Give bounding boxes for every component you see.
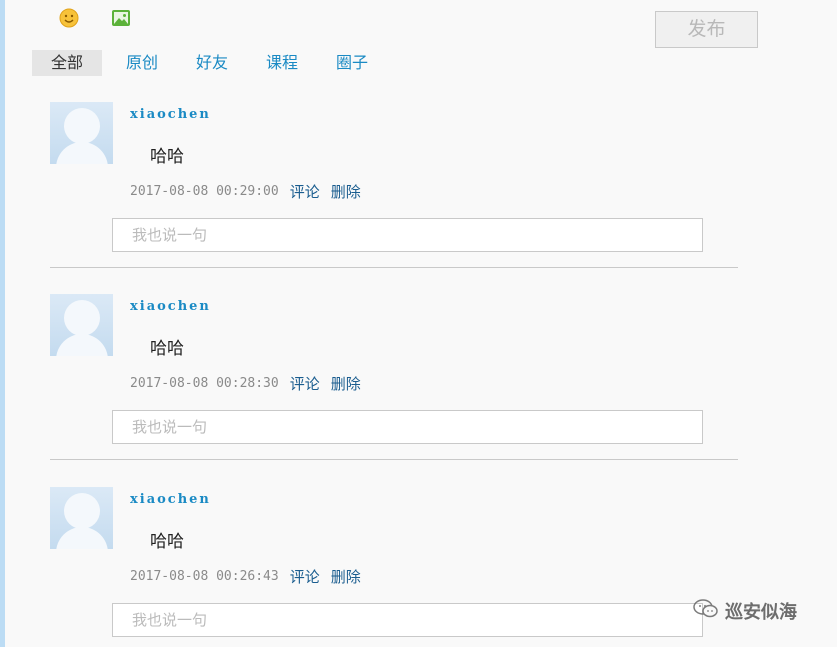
- post-timestamp: 2017-08-08 00:28:30: [130, 376, 279, 391]
- tab-friends[interactable]: 好友: [188, 50, 236, 76]
- watermark: 巡安似海: [693, 598, 797, 624]
- tab-all[interactable]: 全部: [32, 50, 102, 76]
- comment-link[interactable]: 评论: [290, 566, 320, 587]
- post-divider: [50, 267, 738, 268]
- post-meta: 2017-08-08 00:29:00 评论 删除: [130, 181, 361, 202]
- post-content: 哈哈: [150, 339, 184, 359]
- publish-button[interactable]: 发布: [655, 11, 758, 48]
- post-item: xiaochen 哈哈 2017-08-08 00:29:00 评论 删除: [0, 102, 837, 294]
- smiley-face-icon[interactable]: [59, 8, 79, 28]
- post-username[interactable]: xiaochen: [130, 107, 211, 122]
- reply-input[interactable]: [112, 603, 703, 637]
- avatar[interactable]: [50, 487, 113, 549]
- post-content: 哈哈: [150, 532, 184, 552]
- reply-input[interactable]: [112, 410, 703, 444]
- avatar[interactable]: [50, 102, 113, 164]
- post-timestamp: 2017-08-08 00:26:43: [130, 569, 279, 584]
- delete-link[interactable]: 删除: [331, 181, 361, 202]
- delete-link[interactable]: 删除: [331, 373, 361, 394]
- post-username[interactable]: xiaochen: [130, 492, 211, 507]
- post-item: xiaochen 哈哈 2017-08-08 00:28:30 评论 删除: [0, 294, 837, 486]
- post-content: 哈哈: [150, 147, 184, 167]
- comment-link[interactable]: 评论: [290, 373, 320, 394]
- tab-courses[interactable]: 课程: [258, 50, 306, 76]
- post-divider: [50, 459, 738, 460]
- avatar[interactable]: [50, 294, 113, 356]
- picture-icon[interactable]: [111, 8, 131, 28]
- filter-tabs: 全部 原创 好友 课程 圈子: [32, 50, 376, 76]
- comment-link[interactable]: 评论: [290, 181, 320, 202]
- post-username[interactable]: xiaochen: [130, 299, 211, 314]
- reply-input[interactable]: [112, 218, 703, 252]
- post-meta: 2017-08-08 00:26:43 评论 删除: [130, 566, 361, 587]
- post-timestamp: 2017-08-08 00:29:00: [130, 184, 279, 199]
- post-meta: 2017-08-08 00:28:30 评论 删除: [130, 373, 361, 394]
- tab-original[interactable]: 原创: [118, 50, 166, 76]
- tab-circles[interactable]: 圈子: [328, 50, 376, 76]
- wechat-icon: [693, 598, 719, 624]
- watermark-text: 巡安似海: [725, 602, 797, 623]
- delete-link[interactable]: 删除: [331, 566, 361, 587]
